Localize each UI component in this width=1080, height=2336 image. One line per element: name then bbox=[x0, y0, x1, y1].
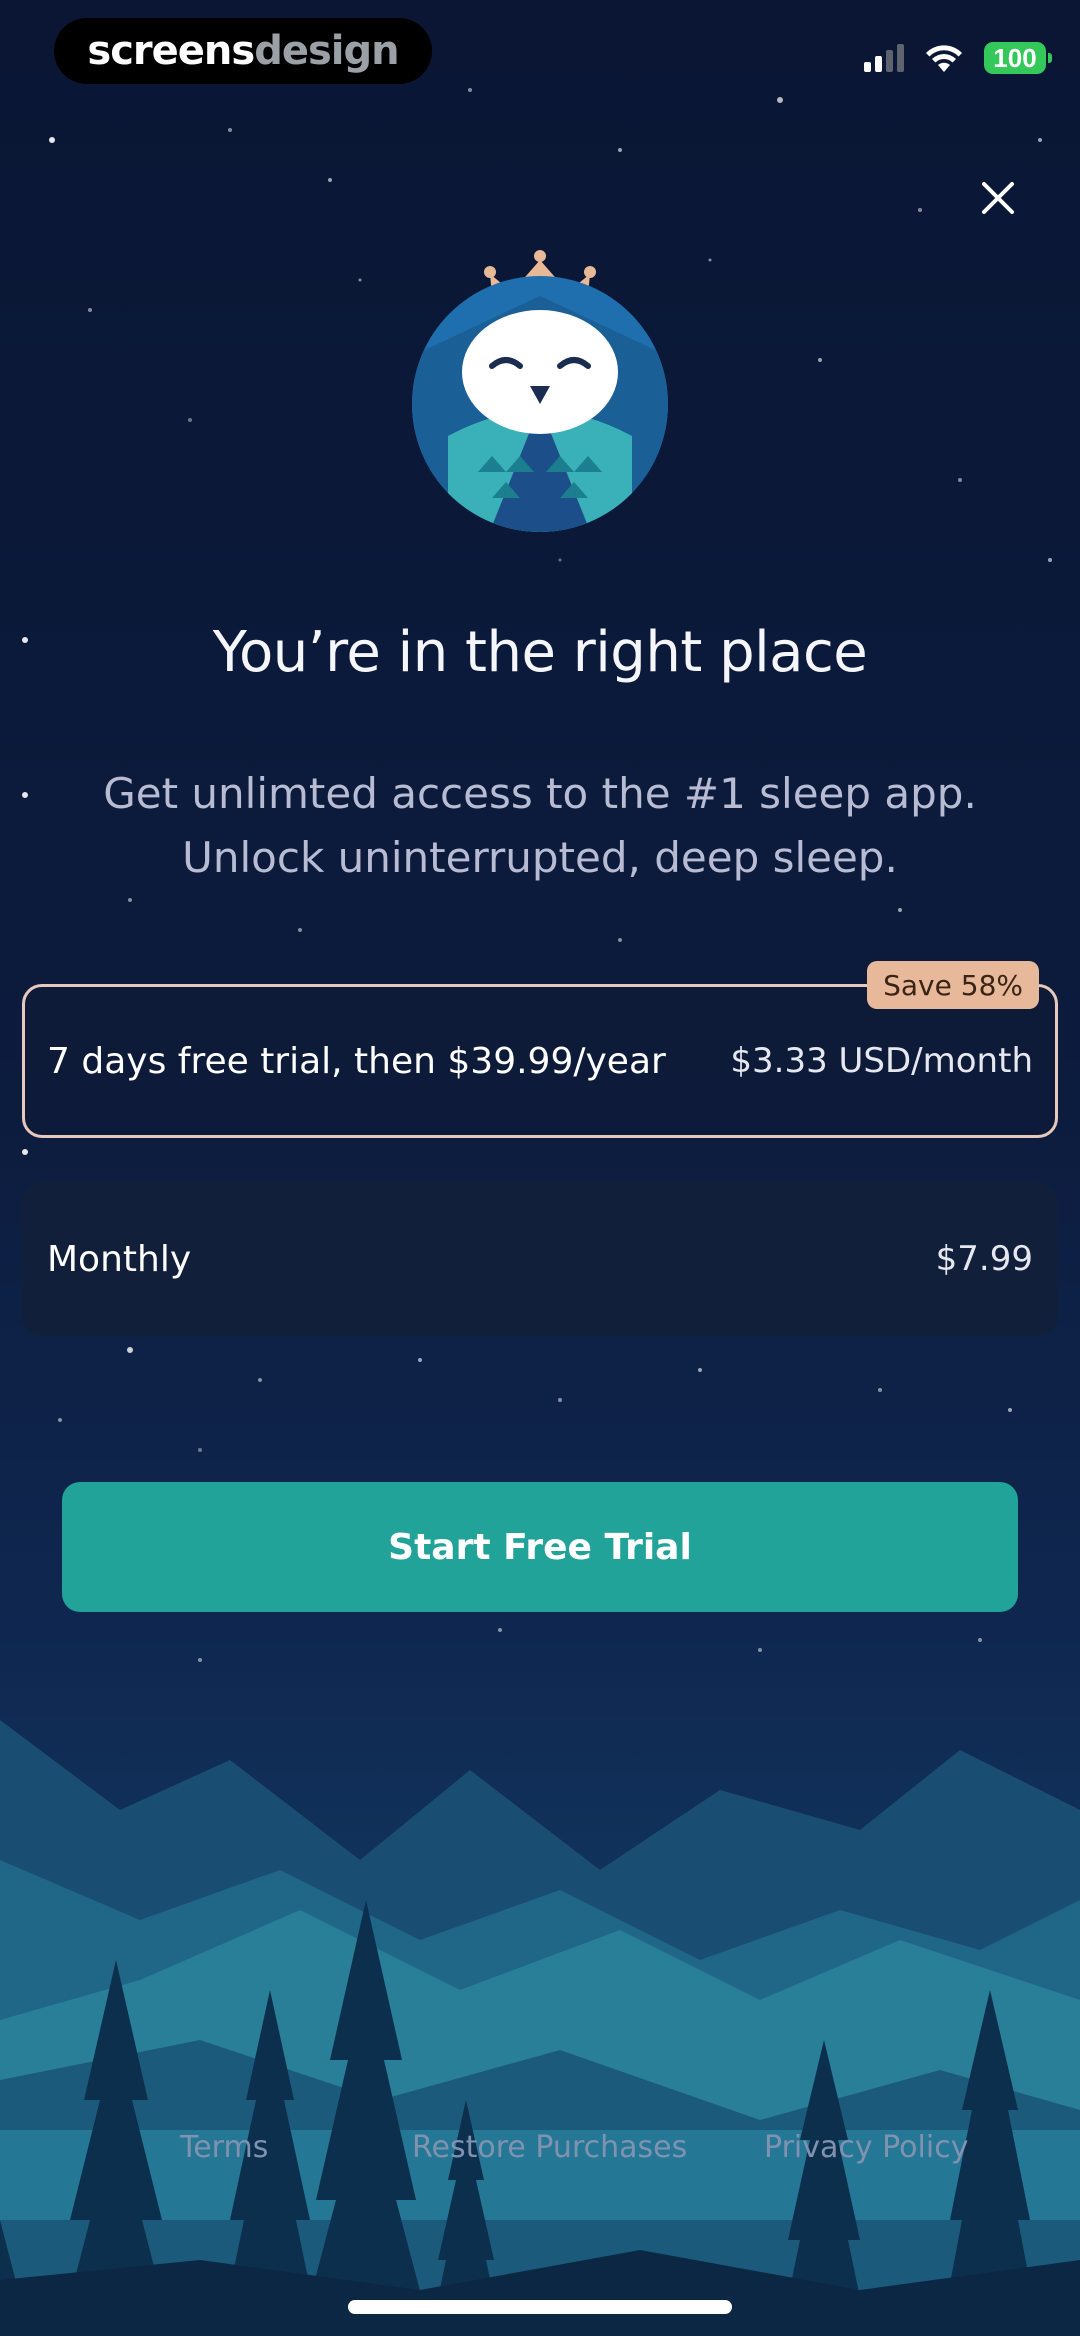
page-title: You’re in the right place bbox=[212, 620, 868, 685]
brand-watermark: screens design bbox=[54, 18, 432, 84]
plan-label: Monthly bbox=[47, 1238, 192, 1280]
start-free-trial-button[interactable]: Start Free Trial bbox=[62, 1482, 1018, 1612]
subtitle-line-1: Get unlimted access to the #1 sleep app. bbox=[103, 769, 977, 818]
home-indicator bbox=[348, 2300, 732, 2314]
plan-label: 7 days free trial, then $39.99/year bbox=[47, 1040, 666, 1082]
close-button[interactable] bbox=[970, 170, 1026, 226]
restore-purchases-link[interactable]: Restore Purchases bbox=[412, 2130, 687, 2165]
plan-option-monthly[interactable]: Monthly $7.99 bbox=[22, 1182, 1058, 1336]
subtitle-line-2: Unlock uninterrupted, deep sleep. bbox=[182, 833, 898, 882]
wifi-icon bbox=[926, 45, 962, 72]
footer-links: Terms Restore Purchases Privacy Policy bbox=[0, 2130, 1080, 2190]
mountain-forest-illustration bbox=[0, 1660, 1080, 2336]
owl-crown-logo bbox=[412, 250, 668, 532]
close-icon bbox=[982, 182, 1014, 214]
plan-price: $7.99 bbox=[935, 1239, 1033, 1279]
brand-part-2: design bbox=[254, 28, 399, 74]
plan-option-annual[interactable]: Save 58% 7 days free trial, then $39.99/… bbox=[22, 961, 1058, 1138]
privacy-policy-link[interactable]: Privacy Policy bbox=[764, 2130, 968, 2165]
paywall-screen: screens design 100 You’re in the right p… bbox=[0, 0, 1080, 2336]
status-icons: 100 bbox=[864, 38, 1052, 78]
brand-part-1: screens bbox=[87, 28, 255, 74]
subtitle: Get unlimted access to the #1 sleep app.… bbox=[60, 762, 1020, 890]
terms-link[interactable]: Terms bbox=[180, 2130, 268, 2165]
plan-price: $3.33 USD/month bbox=[730, 1041, 1033, 1081]
save-badge: Save 58% bbox=[867, 961, 1039, 1009]
battery-level: 100 bbox=[993, 42, 1037, 73]
cellular-signal-icon bbox=[864, 44, 904, 72]
battery-icon: 100 bbox=[984, 42, 1052, 74]
